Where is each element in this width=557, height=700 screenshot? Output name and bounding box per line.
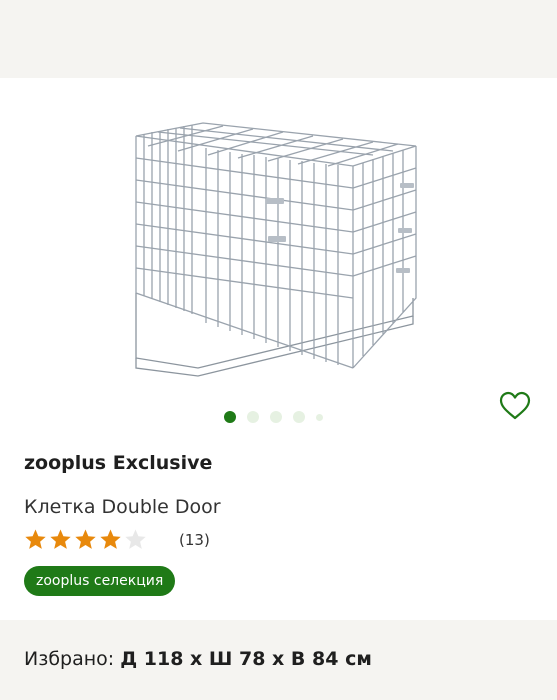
star-filled-icon — [25, 529, 46, 549]
product-title: Клетка Double Door — [24, 496, 221, 518]
star-filled-icon — [100, 529, 121, 549]
star-empty-icon — [125, 529, 146, 549]
variant-label: Избрано: — [24, 648, 115, 670]
top-band — [0, 0, 557, 78]
carousel-dot-3[interactable] — [270, 411, 282, 423]
star-filled-icon — [75, 529, 96, 549]
review-count[interactable]: (13) — [179, 531, 210, 549]
star-filled-icon — [50, 529, 71, 549]
rating-stars — [24, 528, 147, 551]
variant-value: Д 118 х Ш 78 х В 84 см — [120, 648, 372, 670]
product-image[interactable] — [128, 118, 428, 378]
product-brand[interactable]: zooplus Exclusive — [24, 452, 212, 474]
wishlist-button[interactable] — [498, 390, 532, 422]
carousel-indicator — [224, 411, 323, 423]
selected-variant[interactable]: Избрано: Д 118 х Ш 78 х В 84 см — [24, 648, 372, 670]
carousel-dot-5[interactable] — [316, 413, 323, 421]
heart-outline-icon — [499, 391, 531, 420]
carousel-dot-4[interactable] — [293, 411, 305, 423]
product-rating[interactable]: (13) — [24, 528, 210, 551]
carousel-dot-2[interactable] — [247, 411, 259, 423]
carousel-dot-1[interactable] — [224, 411, 236, 423]
dog-cage-image — [135, 122, 417, 377]
selection-badge[interactable]: zooplus селекция — [24, 566, 176, 596]
